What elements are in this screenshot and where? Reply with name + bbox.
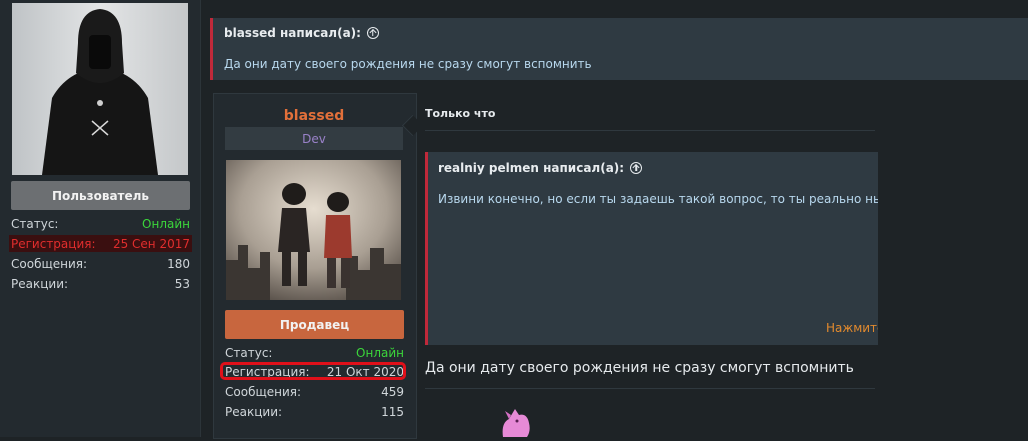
reactions-label: Реакции: bbox=[11, 276, 69, 291]
post-reactions-value: 115 bbox=[381, 404, 404, 419]
sticker-image bbox=[495, 405, 535, 437]
post-messages-label: Сообщения: bbox=[225, 384, 302, 399]
nested-quote-author[interactable]: realniy pelmen написал(а): bbox=[438, 161, 643, 175]
quote-author-text[interactable]: blassed написал(а): bbox=[224, 26, 361, 40]
nested-quote-text: Извини конечно, но если ты задаешь такой… bbox=[438, 192, 878, 206]
post-user-title: Dev bbox=[225, 127, 403, 150]
nested-quote-author-text[interactable]: realniy pelmen написал(а): bbox=[438, 161, 624, 175]
divider bbox=[425, 130, 875, 131]
messages-value: 180 bbox=[167, 256, 190, 271]
post-reactions-row: Реакции: 115 bbox=[223, 403, 406, 420]
nested-quote-block: realniy pelmen написал(а): Извини конечн… bbox=[425, 152, 878, 345]
post-timestamp[interactable]: Только что bbox=[425, 107, 495, 120]
post-reactions-label: Реакции: bbox=[225, 404, 283, 419]
quote-text: Да они дату своего рождения не сразу смо… bbox=[224, 57, 592, 71]
reactions-value: 53 bbox=[174, 276, 190, 291]
post-messages-value: 459 bbox=[381, 384, 404, 399]
registration-row: Регистрация: 25 Сен 2017 bbox=[9, 235, 192, 252]
quote-author[interactable]: blassed написал(а): bbox=[224, 26, 379, 40]
user-avatar-image[interactable] bbox=[12, 3, 188, 175]
registration-highlight bbox=[220, 362, 406, 380]
post-status-value: Онлайн bbox=[356, 345, 404, 360]
post-messages-row: Сообщения: 459 bbox=[223, 383, 406, 400]
arrow-up-circle-icon[interactable] bbox=[366, 27, 379, 39]
status-value: Онлайн bbox=[142, 216, 190, 231]
post-username[interactable]: blassed bbox=[225, 108, 403, 124]
messages-row: Сообщения: 180 bbox=[9, 255, 192, 272]
post-body-text: Да они дату своего рождения не сразу смо… bbox=[425, 360, 854, 376]
quote-expand-link[interactable]: Нажмите bbox=[826, 321, 878, 335]
registration-label: Регистрация: bbox=[11, 236, 96, 251]
arrow-up-circle-icon[interactable] bbox=[630, 162, 643, 174]
post-user-avatar[interactable] bbox=[226, 160, 401, 300]
user-role-button[interactable]: Пользователь bbox=[11, 181, 190, 210]
quote-block: blassed написал(а): Да они дату своего р… bbox=[210, 18, 1028, 80]
divider bbox=[425, 388, 875, 389]
status-label: Статус: bbox=[11, 216, 59, 231]
seller-role-button[interactable]: Продавец bbox=[225, 310, 404, 339]
status-row: Статус: Онлайн bbox=[9, 215, 192, 232]
registration-value: 25 Сен 2017 bbox=[112, 236, 190, 251]
reactions-row: Реакции: 53 bbox=[9, 275, 192, 292]
post-status-label: Статус: bbox=[225, 345, 273, 360]
post-status-row: Статус: Онлайн bbox=[223, 344, 406, 361]
messages-label: Сообщения: bbox=[11, 256, 88, 271]
